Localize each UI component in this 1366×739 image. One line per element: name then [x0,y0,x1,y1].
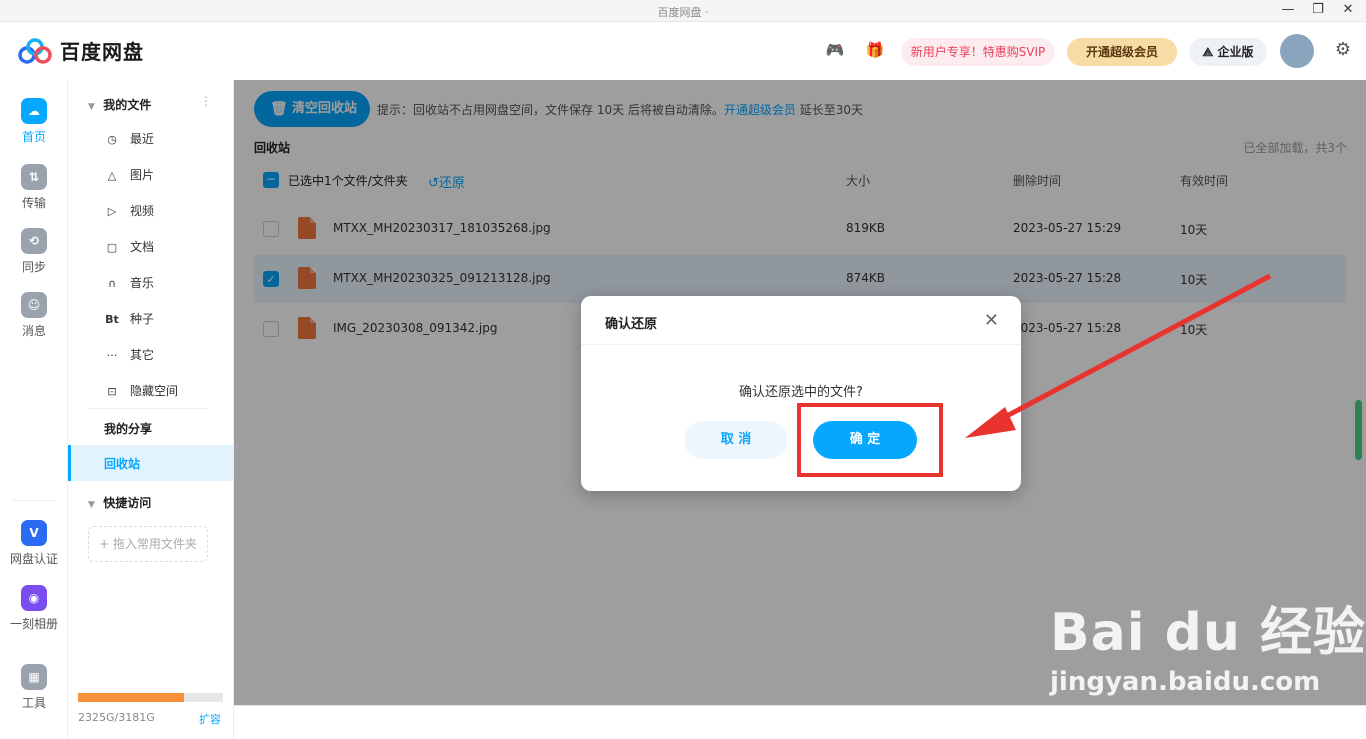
app-name: 百度网盘 [60,40,144,64]
storage-text: 2325G/3181G [78,711,155,724]
album-icon: ◉ [21,585,47,611]
recent-clock-icon: ◷ [107,133,117,146]
sidebar-item-recycle[interactable]: 回收站 [68,445,233,481]
restore-button[interactable]: ❐ [1304,2,1332,17]
app-logo[interactable]: 百度网盘 [18,36,144,65]
sidebar: ▼ 我的文件 ⋮ ◷ 最近 △ 图片 ▷ 视频 ▢ 文档 ∩ 音乐 Bt 种子 ··· 其它 … [68,80,234,739]
message-icon: ☺ [21,292,47,318]
baidu-jingyan-watermark: Bai du 经验 jingyan.baidu.com [1050,603,1366,697]
rail-verify[interactable]: V 网盘认证 [0,520,68,567]
sidebar-item-videos[interactable]: ▷ 视频 [104,201,154,221]
sidebar-item-recent[interactable]: ◷ 最近 [104,129,154,149]
sidebar-item-other[interactable]: ··· 其它 [104,345,154,365]
drag-folder-dropzone[interactable]: + 拖入常用文件夹 [88,526,208,562]
pointer-arrow-icon [965,273,1272,438]
minimize-button[interactable]: — [1274,2,1302,17]
image-icon: △ [107,169,117,182]
avatar[interactable] [1280,34,1314,68]
window-titlebar: 百度网盘 · — ❐ ✕ [0,0,1366,22]
collapse-arrow-icon: ▼ [88,500,95,510]
sidebar-item-images[interactable]: △ 图片 [104,165,154,185]
storage-bar [78,693,223,702]
highlight-box [797,403,943,477]
expand-storage-link[interactable]: 扩容 [199,711,221,727]
headphones-icon: ∩ [107,277,117,290]
dialog-divider [581,344,1021,345]
quick-access-header[interactable]: ▼ 快捷访问 [88,494,151,511]
cancel-button[interactable]: 取 消 [684,421,788,459]
game-icon[interactable]: 🎮 [824,41,846,61]
rail-divider [12,500,56,501]
enterprise-button[interactable]: ⟁ 企业版 [1189,38,1267,66]
vip-button[interactable]: 开通超级会员 [1067,38,1177,66]
document-icon: ▢ [106,241,118,254]
collapse-arrow-icon: ▼ [88,102,95,112]
sidebar-item-hidden-space[interactable]: ⊡ 隐藏空间 [104,381,178,401]
sidebar-item-torrents[interactable]: Bt 种子 [104,309,154,329]
home-cloud-icon: ☁ [21,98,47,124]
left-rail: ☁ 首页 ⇅ 传输 ⟲ 同步 ☺ 消息 V 网盘认证 ◉ 一刻相册 ▦ 工具 [0,80,68,739]
lock-icon: ⊡ [107,385,117,398]
rail-messages[interactable]: ☺ 消息 [0,292,68,339]
tools-grid-icon: ▦ [21,664,47,690]
rail-transfer[interactable]: ⇅ 传输 [0,164,68,211]
rail-home[interactable]: ☁ 首页 [0,98,68,145]
gift-icon[interactable]: 🎁 [864,41,886,61]
cloud-logo-icon [18,37,52,64]
rail-tools[interactable]: ▦ 工具 [0,664,68,711]
sidebar-item-documents[interactable]: ▢ 文档 [104,237,154,257]
bt-icon: Bt [105,313,119,326]
status-bar [234,705,1366,739]
video-play-icon: ▷ [107,205,117,218]
sync-icon: ⟲ [21,228,47,254]
sidebar-item-my-share[interactable]: 我的分享 [104,420,152,437]
sidebar-divider [88,408,208,409]
transfer-icon: ⇅ [21,164,47,190]
svip-promo-button[interactable]: 新用户专享！特惠购SVIP [901,38,1055,66]
rail-sync[interactable]: ⟲ 同步 [0,228,68,275]
rail-album[interactable]: ◉ 一刻相册 [0,585,68,632]
my-files-header[interactable]: ▼ 我的文件 [88,96,151,113]
settings-icon[interactable]: ⚙ [1333,40,1353,60]
more-dots-icon: ··· [106,349,118,362]
dialog-message: 确认还原选中的文件? [739,385,863,400]
sidebar-item-music[interactable]: ∩ 音乐 [104,273,154,293]
app-header: 百度网盘 🎮 🎁 新用户专享！特惠购SVIP 开通超级会员 ⟁ 企业版 ⚙ [0,22,1366,80]
close-window-button[interactable]: ✕ [1334,2,1362,17]
verify-v-icon: V [21,520,47,546]
enterprise-icon: ⟁ [1202,45,1214,59]
storage-bar-fill [78,693,184,702]
window-title: 百度网盘 · [657,6,709,19]
dialog-title: 确认还原 [605,317,658,332]
more-vertical-icon[interactable]: ⋮ [200,94,212,108]
